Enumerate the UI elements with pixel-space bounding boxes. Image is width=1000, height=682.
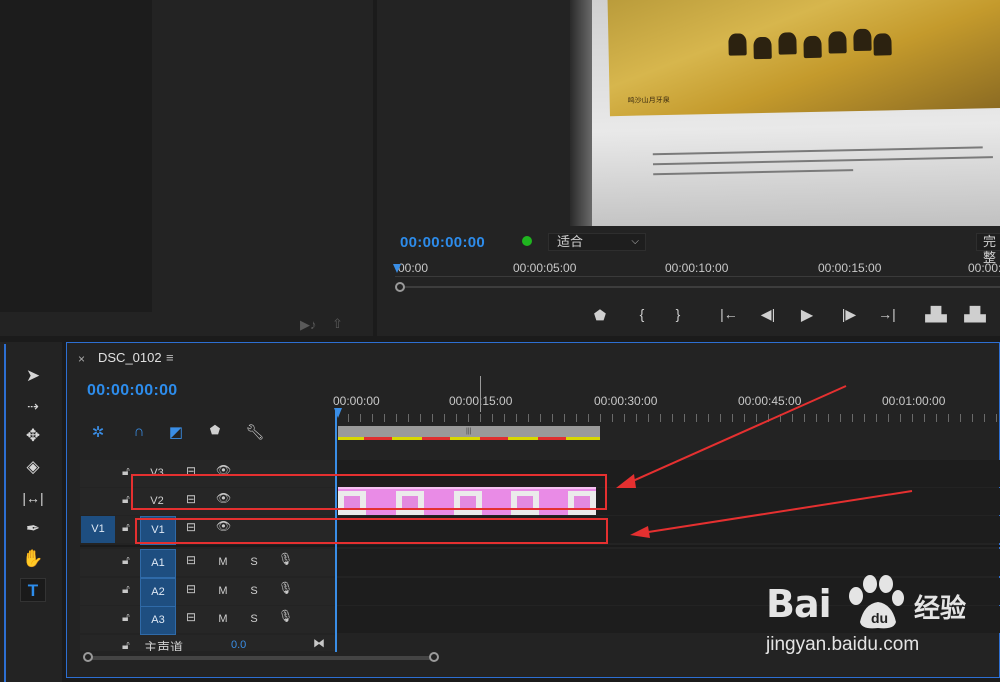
- lock-icon[interactable]: 🔓︎: [122, 638, 130, 653]
- work-area-grip[interactable]: |||: [466, 428, 471, 435]
- microphone-icon[interactable]: 🎙︎: [278, 609, 293, 623]
- track-header-master: [80, 635, 336, 651]
- master-track-label: 主声道: [144, 640, 184, 651]
- go-to-in-icon[interactable]: |←: [718, 306, 740, 322]
- step-back-icon[interactable]: ◀|: [757, 306, 779, 323]
- selection-tool-icon[interactable]: ➤: [20, 364, 46, 388]
- timeline-tab[interactable]: DSC_0102: [98, 350, 162, 365]
- timeline-ruler-label: 00:00:00: [333, 394, 380, 408]
- timeline-scroll-handle-right[interactable]: [429, 652, 439, 662]
- snap-magnet-icon[interactable]: ∩: [129, 423, 149, 440]
- playhead-handle[interactable]: [334, 408, 342, 418]
- mute-button[interactable]: M: [216, 585, 230, 597]
- mark-in-icon[interactable]: {: [631, 306, 653, 322]
- track-header-a2: [80, 578, 336, 605]
- linked-selection-icon[interactable]: ◩: [166, 423, 186, 441]
- add-marker-icon[interactable]: ⬟: [205, 423, 225, 437]
- track-label-a1[interactable]: A1: [140, 549, 176, 578]
- program-playhead[interactable]: [393, 264, 401, 273]
- lock-icon[interactable]: 🔓︎: [122, 492, 130, 507]
- track-label-a2[interactable]: A2: [140, 578, 176, 607]
- baidu-paw-logo: du: [849, 575, 904, 629]
- razor-tool-icon[interactable]: ◈: [20, 455, 46, 479]
- watermark-brand: Bai: [766, 582, 832, 626]
- button-editor-icon[interactable]: ⇧: [332, 316, 343, 332]
- step-forward-icon[interactable]: |▶: [838, 306, 860, 323]
- mute-button[interactable]: M: [216, 556, 230, 568]
- program-scroll-handle[interactable]: [395, 282, 405, 292]
- source-patch-v1[interactable]: V1: [81, 516, 115, 543]
- mark-out-icon[interactable]: }: [667, 306, 689, 322]
- quality-dropdown[interactable]: 完整: [976, 233, 1000, 265]
- hand-tool-icon[interactable]: ✋: [20, 547, 46, 571]
- extract-icon[interactable]: ▟▙: [964, 306, 986, 323]
- annotation-box-v2: [131, 474, 607, 510]
- ripple-edit-tool-icon[interactable]: ✥: [20, 424, 46, 448]
- source-monitor-viewer: [0, 0, 152, 312]
- close-icon[interactable]: ×: [78, 352, 85, 366]
- program-ruler[interactable]: [395, 276, 1000, 277]
- program-ruler-label: 00:00: [398, 261, 429, 275]
- master-volume-value[interactable]: 0.0: [231, 639, 246, 651]
- timeline-zoom-scrollbar[interactable]: [88, 656, 434, 660]
- program-ruler-label: 00:00:05:00: [513, 261, 577, 275]
- program-video-frame: 鸣沙山月牙泉: [570, 0, 1000, 226]
- go-to-out-icon[interactable]: →|: [876, 306, 898, 322]
- paper-image: 鸣沙山月牙泉: [577, 0, 1000, 226]
- lock-icon[interactable]: 🔓︎: [122, 582, 130, 597]
- program-ruler-label: 00:00:15:00: [818, 261, 882, 275]
- chevron-down-icon: ⌵: [631, 236, 639, 247]
- fit-dropdown[interactable]: 适合 ⌵: [548, 233, 646, 251]
- panel-focus-edge: [4, 344, 6, 682]
- tools-panel: [0, 342, 62, 682]
- timeline-scroll-handle-left[interactable]: [83, 652, 93, 662]
- program-ruler-label: 00:00:10:00: [665, 261, 729, 275]
- svg-text:du: du: [871, 610, 888, 626]
- settings-wrench-icon[interactable]: 🔧︎: [245, 423, 265, 441]
- mute-button[interactable]: M: [216, 613, 230, 625]
- track-label-a3[interactable]: A3: [140, 606, 176, 635]
- lock-icon[interactable]: 🔓︎: [122, 464, 130, 479]
- sync-lock-icon[interactable]: ⊟: [186, 582, 196, 596]
- export-frame-icon[interactable]: ▶♪: [300, 317, 317, 333]
- track-select-tool-icon[interactable]: ⇢: [20, 394, 46, 418]
- program-zoom-scrollbar[interactable]: [396, 286, 1000, 288]
- program-ruler-label: 00:00:20:00: [968, 261, 1000, 275]
- mouse-cursor-line: [480, 376, 481, 412]
- sync-lock-icon[interactable]: ⊟: [186, 553, 196, 567]
- premiere-workspace: ▶♪ ⇧ 鸣沙山月牙泉 00:00:00:00 适合 ⌵ 完整 00:00 00…: [0, 0, 1000, 682]
- play-icon[interactable]: ▶: [796, 305, 818, 325]
- add-marker-icon[interactable]: ⬟: [589, 307, 611, 324]
- timeline-timecode[interactable]: 00:00:00:00: [87, 382, 177, 400]
- solo-button[interactable]: S: [247, 556, 261, 568]
- fit-dropdown-label: 适合: [557, 234, 584, 249]
- microphone-icon[interactable]: 🎙︎: [278, 581, 293, 595]
- nest-icon[interactable]: ✲: [88, 423, 108, 441]
- sync-lock-icon[interactable]: ⊟: [186, 610, 196, 624]
- watermark-url: jingyan.baidu.com: [766, 634, 920, 655]
- lift-icon[interactable]: ▟▙: [925, 306, 947, 323]
- photo-caption: 鸣沙山月牙泉: [627, 96, 670, 105]
- watermark-jingyan: 经验: [914, 593, 967, 623]
- panel-menu-icon[interactable]: ≡: [166, 350, 174, 365]
- lock-icon[interactable]: 🔓︎: [122, 553, 130, 568]
- baidu-watermark: Bai du 经验 jingyan.baidu.com: [766, 570, 986, 660]
- track-header-a1: [80, 549, 336, 576]
- lock-icon[interactable]: 🔓︎: [122, 610, 130, 625]
- annotation-box-v1: [135, 518, 608, 544]
- program-timecode[interactable]: 00:00:00:00: [400, 234, 485, 251]
- microphone-icon[interactable]: 🎙︎: [278, 552, 293, 566]
- source-monitor-panel: ▶♪ ⇧: [0, 0, 373, 336]
- track-header-a3: [80, 606, 336, 633]
- slip-tool-icon[interactable]: |↔|: [20, 486, 46, 510]
- solo-button[interactable]: S: [247, 585, 261, 597]
- pen-tool-icon[interactable]: ✒: [20, 517, 46, 541]
- status-dot: [522, 236, 532, 246]
- solo-button[interactable]: S: [247, 613, 261, 625]
- go-to-end-icon[interactable]: ⧓: [313, 636, 325, 650]
- annotation-arrows: [616, 385, 913, 538]
- type-tool-icon[interactable]: T: [20, 578, 46, 602]
- lock-icon[interactable]: 🔓︎: [122, 520, 130, 535]
